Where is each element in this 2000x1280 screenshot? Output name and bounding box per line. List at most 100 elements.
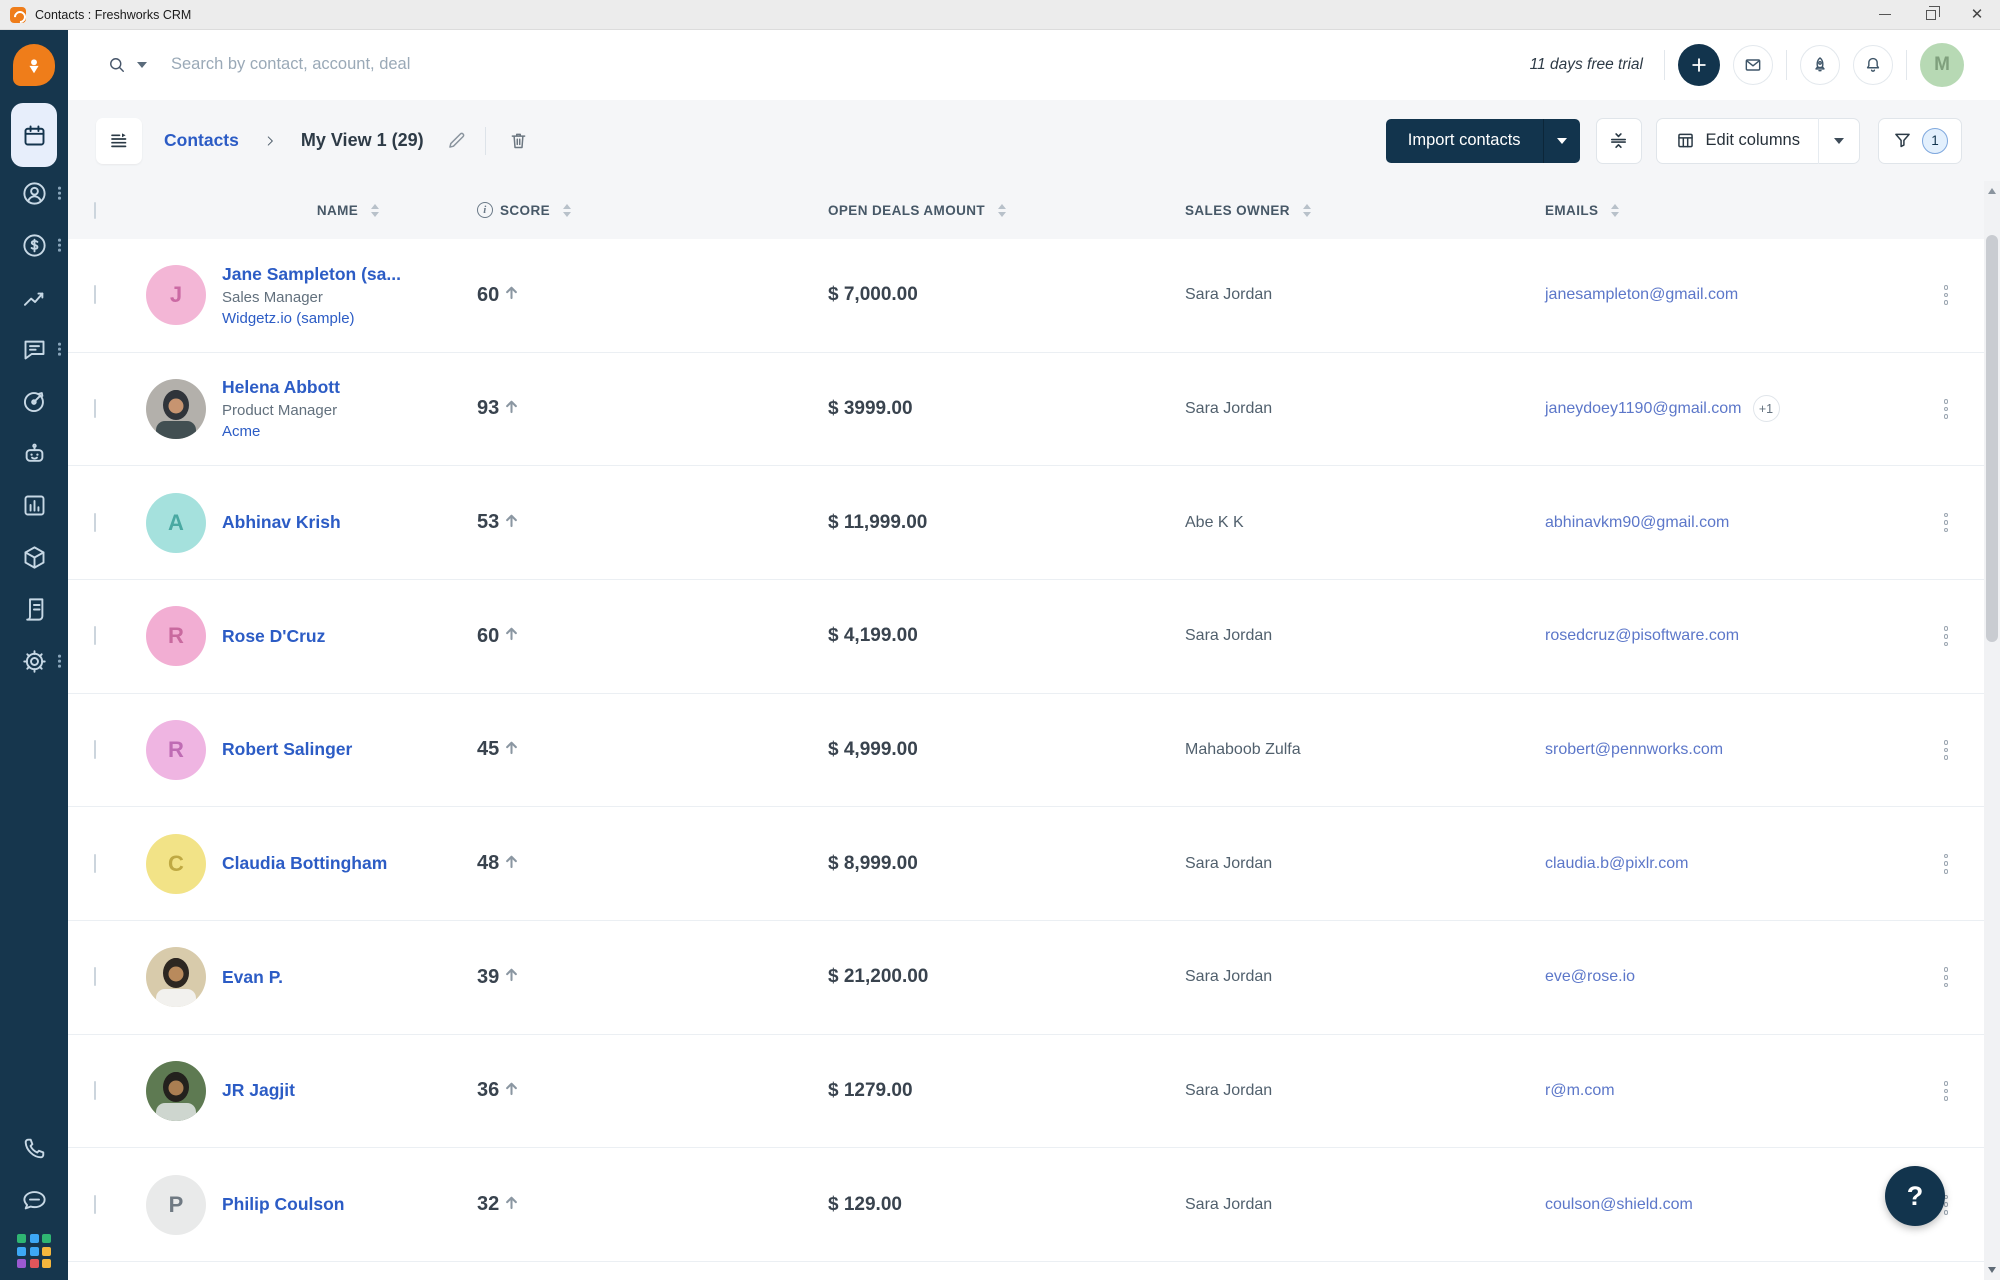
scroll-down-arrow-icon[interactable] [1984, 1262, 2000, 1278]
import-dropdown-caret[interactable] [1544, 138, 1580, 144]
contact-email-link[interactable]: eve@rose.io [1545, 968, 1635, 986]
edit-columns-button[interactable]: Edit columns [1656, 118, 1860, 164]
help-button[interactable]: ? [1885, 1166, 1945, 1226]
phone-icon [21, 1135, 48, 1162]
email-button[interactable] [1733, 45, 1773, 85]
conversations-kebab-icon[interactable] [58, 343, 61, 356]
chat-icon [21, 336, 48, 363]
contact-name-link[interactable]: Jane Sampleton (sa... [222, 264, 474, 285]
row-checkbox[interactable] [94, 1195, 96, 1214]
header-open-deals-amount[interactable]: OPEN DEALS AMOUNT [828, 203, 1179, 218]
settings-kebab-icon[interactable] [58, 655, 61, 668]
row-density-button[interactable] [1596, 118, 1642, 164]
row-kebab-menu-icon[interactable] [1936, 967, 1956, 987]
row-checkbox[interactable] [94, 740, 96, 759]
contact-name-link[interactable]: Helena Abbott [222, 377, 474, 398]
deals-kebab-icon[interactable] [58, 239, 61, 252]
contact-name-link[interactable]: Philip Coulson [222, 1194, 474, 1215]
search-icon[interactable] [107, 55, 127, 75]
freshworks-logo[interactable] [13, 44, 55, 86]
search-input[interactable] [171, 55, 811, 74]
sidebar-item-contacts[interactable] [0, 167, 68, 219]
restore-button[interactable] [1908, 0, 1954, 30]
contacts-table: J Jane Sampleton (sa... Sales Manager Wi… [68, 239, 2000, 1262]
row-checkbox[interactable] [94, 854, 96, 873]
contact-name-link[interactable]: JR Jagjit [222, 1080, 474, 1101]
contact-name-link[interactable]: Robert Salinger [222, 739, 474, 760]
row-kebab-menu-icon[interactable] [1936, 626, 1956, 646]
scroll-up-arrow-icon[interactable] [1984, 183, 2000, 199]
contact-email-link[interactable]: coulson@shield.com [1545, 1196, 1693, 1214]
quick-add-button[interactable] [1678, 44, 1720, 86]
user-avatar[interactable]: M [1920, 43, 1964, 87]
sidebar-item-calendar[interactable] [11, 103, 57, 167]
filters-button[interactable]: 1 [1878, 118, 1962, 164]
contact-email-link[interactable]: janeydoey1190@gmail.com [1545, 400, 1742, 418]
contact-email-link[interactable]: r@m.com [1545, 1082, 1615, 1100]
current-view-label[interactable]: My View 1 (29) [301, 130, 424, 151]
contact-email-link[interactable]: rosedcruz@pisoftware.com [1545, 627, 1739, 645]
contact-name-link[interactable]: Abhinav Krish [222, 512, 474, 533]
row-checkbox[interactable] [94, 285, 96, 304]
contact-job-title: Product Manager [222, 402, 474, 419]
search-scope-caret-icon[interactable] [137, 62, 147, 68]
sidebar-item-deals[interactable] [0, 219, 68, 271]
minimize-button[interactable] [1862, 0, 1908, 30]
notifications-button[interactable] [1853, 45, 1893, 85]
edit-view-button[interactable] [446, 130, 467, 151]
row-kebab-menu-icon[interactable] [1936, 854, 1956, 874]
row-checkbox[interactable] [94, 967, 96, 986]
edit-columns-caret[interactable] [1819, 138, 1859, 144]
contact-company-link[interactable]: Acme [222, 423, 474, 440]
import-contacts-button[interactable]: Import contacts [1386, 119, 1580, 163]
chat-bubble-icon [21, 1187, 48, 1214]
contact-name-link[interactable]: Rose D'Cruz [222, 626, 474, 647]
row-checkbox[interactable] [94, 1081, 96, 1100]
contact-name-link[interactable]: Claudia Bottingham [222, 853, 474, 874]
header-score[interactable]: i SCORE [477, 202, 571, 218]
row-checkbox[interactable] [94, 513, 96, 532]
delete-view-button[interactable] [508, 130, 529, 151]
row-kebab-menu-icon[interactable] [1936, 399, 1956, 419]
close-button[interactable]: ✕ [1954, 0, 2000, 30]
row-kebab-menu-icon[interactable] [1936, 285, 1956, 305]
plus-icon [1689, 55, 1709, 75]
breadcrumb-contacts-link[interactable]: Contacts [164, 130, 239, 151]
sidebar-item-settings[interactable] [0, 635, 68, 687]
contact-email-link[interactable]: abhinavkm90@gmail.com [1545, 514, 1729, 532]
header-emails[interactable]: EMAILS [1545, 203, 1619, 218]
row-kebab-menu-icon[interactable] [1936, 1081, 1956, 1101]
onboarding-button[interactable] [1800, 45, 1840, 85]
view-list-button[interactable] [96, 118, 142, 164]
row-kebab-menu-icon[interactable] [1936, 740, 1956, 760]
sidebar-item-reports[interactable] [0, 479, 68, 531]
contact-email-link[interactable]: janesampleton@gmail.com [1545, 286, 1738, 304]
header-sales-owner[interactable]: SALES OWNER [1185, 203, 1539, 218]
contact-score: 93 [477, 397, 499, 420]
extra-emails-badge[interactable]: +1 [1753, 395, 1780, 422]
sidebar-item-chat-bubble[interactable] [0, 1174, 68, 1226]
select-all-checkbox[interactable] [94, 202, 96, 219]
contact-company-link[interactable]: Widgetz.io (sample) [222, 310, 474, 327]
apps-grid-icon[interactable] [17, 1234, 51, 1268]
sidebar-item-products[interactable] [0, 531, 68, 583]
contact-email-link[interactable]: srobert@pennworks.com [1545, 741, 1723, 759]
sidebar-item-documents[interactable] [0, 583, 68, 635]
sidebar-item-bot[interactable] [0, 427, 68, 479]
sidebar-item-phone[interactable] [0, 1122, 68, 1174]
contact-email-link[interactable]: claudia.b@pixlr.com [1545, 855, 1688, 873]
vertical-scrollbar[interactable] [1984, 181, 2000, 1280]
table-header-row: NAME i SCORE OPEN DEALS AMOUNT [68, 182, 2000, 239]
header-name[interactable]: NAME [317, 203, 379, 218]
open-deals-amount: $ 129.00 [828, 1194, 902, 1215]
row-kebab-menu-icon[interactable] [1936, 513, 1956, 533]
sidebar-item-analytics[interactable] [0, 271, 68, 323]
contact-name-link[interactable]: Evan P. [222, 967, 474, 988]
table-row: Helena Abbott Product Manager Acme 93 $ … [68, 353, 2000, 467]
row-checkbox[interactable] [94, 399, 96, 418]
contacts-kebab-icon[interactable] [58, 187, 61, 200]
scrollbar-thumb[interactable] [1986, 235, 1998, 642]
sidebar-item-conversations[interactable] [0, 323, 68, 375]
sidebar-item-goals[interactable] [0, 375, 68, 427]
row-checkbox[interactable] [94, 626, 96, 645]
